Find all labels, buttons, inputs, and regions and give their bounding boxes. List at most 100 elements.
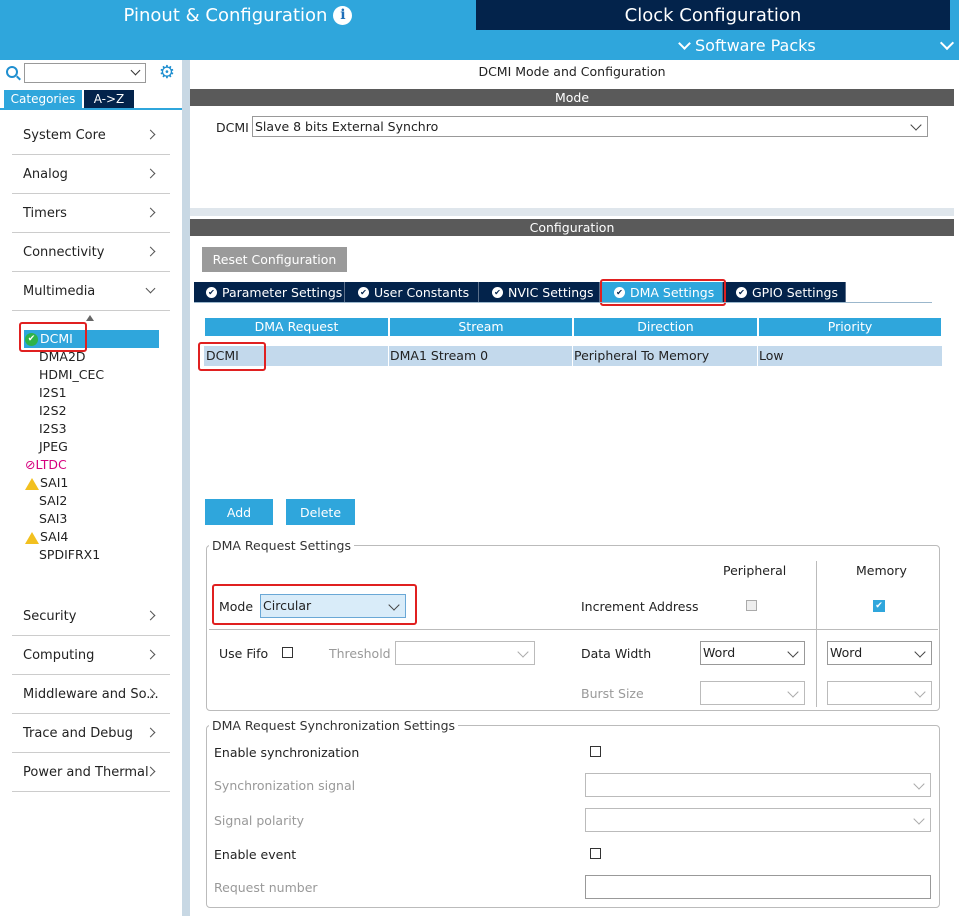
tab-underline <box>194 302 932 303</box>
sidebar-item-label: Power and Thermal <box>23 764 149 780</box>
tab-parameter-settings[interactable]: ✔ Parameter Settings <box>194 282 345 302</box>
sidebar-item-multimedia[interactable]: Multimedia <box>12 272 170 311</box>
tab-label: NVIC Settings <box>508 284 594 300</box>
sidebar-item-connectivity[interactable]: Connectivity <box>12 233 170 272</box>
sidebar-item-ltdc[interactable]: ⊘LTDC <box>25 456 67 474</box>
chevron-right-icon <box>145 610 156 621</box>
column-header-stream[interactable]: Stream <box>390 318 572 336</box>
sidebar-item-middleware[interactable]: Middleware and So... <box>12 675 170 714</box>
memory-burst-select[interactable] <box>827 681 932 705</box>
dcmi-mode-value: Slave 8 bits External Synchro <box>255 119 439 134</box>
peripheral-data-width-value: Word <box>703 645 736 660</box>
use-fifo-checkbox[interactable] <box>282 647 293 658</box>
peripheral-increment-checkbox[interactable] <box>746 600 757 611</box>
tab-user-constants[interactable]: ✔ User Constants <box>346 282 479 302</box>
sidebar-item-label: Trace and Debug <box>23 725 133 741</box>
tab-label: User Constants <box>374 284 470 300</box>
warning-icon <box>25 531 39 544</box>
threshold-select[interactable] <box>395 641 535 665</box>
chevron-right-icon <box>145 168 156 179</box>
table-cell-stream: DMA1 Stream 0 <box>390 348 489 363</box>
table-cell-priority: Low <box>759 348 784 363</box>
chevron-right-icon <box>145 246 156 257</box>
chevron-down-icon <box>914 686 926 698</box>
chevron-down-icon <box>678 36 691 50</box>
sidebar-item-label: Multimedia <box>23 283 96 299</box>
sidebar-item-sai3[interactable]: SAI3 <box>39 510 67 528</box>
table-cell-direction: Peripheral To Memory <box>574 348 710 363</box>
gear-icon[interactable]: ⚙ <box>158 64 176 82</box>
sync-signal-select[interactable] <box>585 773 931 797</box>
tab-nvic-settings[interactable]: ✔ NVIC Settings <box>480 282 600 302</box>
sidebar-scrollbar[interactable] <box>182 60 190 916</box>
memory-column-label: Memory <box>856 563 907 578</box>
threshold-label: Threshold <box>329 646 391 661</box>
enable-sync-checkbox[interactable] <box>590 746 601 757</box>
memory-increment-checkbox[interactable]: ✔ <box>873 600 885 612</box>
sidebar-item-sai4[interactable]: SAI4 <box>25 528 68 546</box>
sidebar-item-label: System Core <box>23 127 106 143</box>
sidebar-item-computing[interactable]: Computing <box>12 636 170 675</box>
info-icon[interactable]: i <box>333 5 353 25</box>
sidebar-item-hdmi-cec[interactable]: HDMI_CEC <box>39 366 104 384</box>
reset-configuration-button[interactable]: Reset Configuration <box>202 247 347 272</box>
use-fifo-label: Use Fifo <box>219 646 269 661</box>
chevron-down-icon <box>913 813 925 825</box>
delete-button[interactable]: Delete <box>286 499 355 525</box>
sidebar-item-timers[interactable]: Timers <box>12 194 170 233</box>
cell-separator <box>757 346 758 366</box>
software-packs-menu[interactable]: Software Packs <box>678 36 816 55</box>
sidebar-item-spdifrx1[interactable]: SPDIFRX1 <box>39 546 100 564</box>
peripheral-burst-select[interactable] <box>700 681 805 705</box>
sidebar-item-i2s3[interactable]: I2S3 <box>39 420 67 438</box>
tab-divider <box>0 108 182 110</box>
sidebar-item-power-thermal[interactable]: Power and Thermal <box>12 753 170 792</box>
request-number-input[interactable] <box>585 875 931 899</box>
sidebar-item-sai1[interactable]: SAI1 <box>25 474 68 492</box>
sidebar-item-system-core[interactable]: System Core <box>12 116 170 155</box>
sidebar-item-sai2[interactable]: SAI2 <box>39 492 67 510</box>
cell-separator <box>388 346 389 366</box>
chevron-down-icon <box>787 686 799 698</box>
sidebar-item-trace-debug[interactable]: Trace and Debug <box>12 714 170 753</box>
data-width-label: Data Width <box>581 646 652 661</box>
signal-polarity-select[interactable] <box>585 808 931 832</box>
scroll-up-icon[interactable] <box>86 315 94 321</box>
tab-clock-configuration[interactable]: Clock Configuration <box>476 0 950 30</box>
prohibited-icon: ⊘ <box>25 457 36 472</box>
add-button[interactable]: Add <box>205 499 273 525</box>
cell-separator <box>572 346 573 366</box>
header-edge <box>950 0 959 30</box>
tab-categories[interactable]: Categories <box>4 90 82 108</box>
sidebar-item-label: Middleware and So... <box>23 686 159 702</box>
tab-a-to-z[interactable]: A->Z <box>84 90 134 108</box>
sidebar-item-security[interactable]: Security <box>12 597 170 636</box>
sidebar-item-analog[interactable]: Analog <box>12 155 170 194</box>
tab-label: Parameter Settings <box>222 284 343 300</box>
chevron-right-icon <box>145 207 156 218</box>
row-divider <box>209 629 938 630</box>
peripheral-data-width-select[interactable]: Word <box>700 641 805 665</box>
search-icon <box>6 66 18 78</box>
sidebar-item-label: Analog <box>23 166 68 182</box>
sidebar-item-dma2d[interactable]: DMA2D <box>39 348 86 366</box>
column-header-direction[interactable]: Direction <box>574 318 757 336</box>
check-circle-icon: ✔ <box>492 286 503 298</box>
chevron-down-icon <box>913 778 925 790</box>
table-row[interactable] <box>204 346 942 366</box>
column-header-dma-request[interactable]: DMA Request <box>205 318 388 336</box>
dcmi-mode-select[interactable]: Slave 8 bits External Synchro <box>252 116 928 137</box>
increment-address-label: Increment Address <box>581 599 699 614</box>
chevron-down-icon <box>914 646 926 658</box>
tab-pinout-configuration[interactable]: Pinout & Configuration i <box>0 0 476 30</box>
highlight-dcmi-row <box>198 342 266 371</box>
memory-data-width-select[interactable]: Word <box>827 641 932 665</box>
chevron-right-icon <box>145 727 156 738</box>
sidebar-item-i2s2[interactable]: I2S2 <box>39 402 67 420</box>
search-input[interactable] <box>24 63 146 83</box>
sidebar-item-i2s1[interactable]: I2S1 <box>39 384 67 402</box>
enable-event-checkbox[interactable] <box>590 848 601 859</box>
tab-gpio-settings[interactable]: ✔ GPIO Settings <box>724 282 846 302</box>
sidebar-item-jpeg[interactable]: JPEG <box>39 438 68 456</box>
column-header-priority[interactable]: Priority <box>759 318 941 336</box>
